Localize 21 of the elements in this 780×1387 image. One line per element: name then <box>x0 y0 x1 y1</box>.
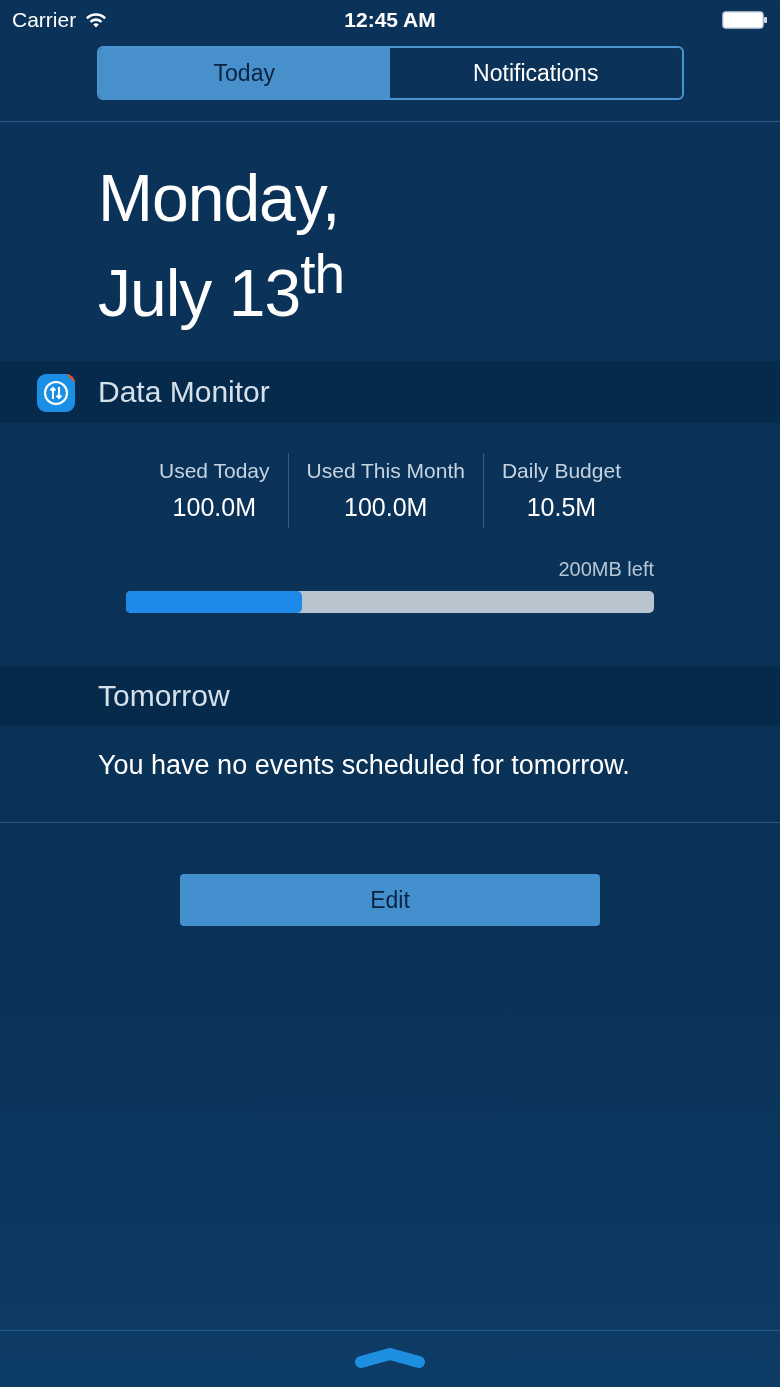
date-heading: July 13$^{th}$ <box>98 242 345 331</box>
widget-title: Data Monitor <box>98 375 270 409</box>
pull-handle-icon[interactable] <box>355 1347 425 1371</box>
stat-label: Used This Month <box>306 459 465 483</box>
remaining-label: 200MB left <box>558 558 654 581</box>
app-icon <box>37 372 77 412</box>
stat-value: 100.0M <box>344 493 428 522</box>
battery-icon <box>722 11 768 29</box>
date-heading: Monday, <box>98 160 341 236</box>
stat-value: 100.0M <box>172 493 256 522</box>
edit-button[interactable]: Edit <box>180 874 600 926</box>
tab[interactable]: Today <box>98 48 390 98</box>
stat-value: 10.5M <box>526 493 597 522</box>
stat-label: Daily Budget <box>501 459 621 483</box>
section-title: Tomorrow <box>98 679 230 713</box>
status-time: 12:45 AM <box>344 8 436 32</box>
wifi-icon <box>84 11 109 29</box>
empty-message: You have no events scheduled for tomorrow. <box>97 749 631 782</box>
carrier-name: Carrier <box>12 8 77 32</box>
tab[interactable]: Notifications <box>390 48 682 98</box>
stat-label: Used Today <box>159 459 270 483</box>
